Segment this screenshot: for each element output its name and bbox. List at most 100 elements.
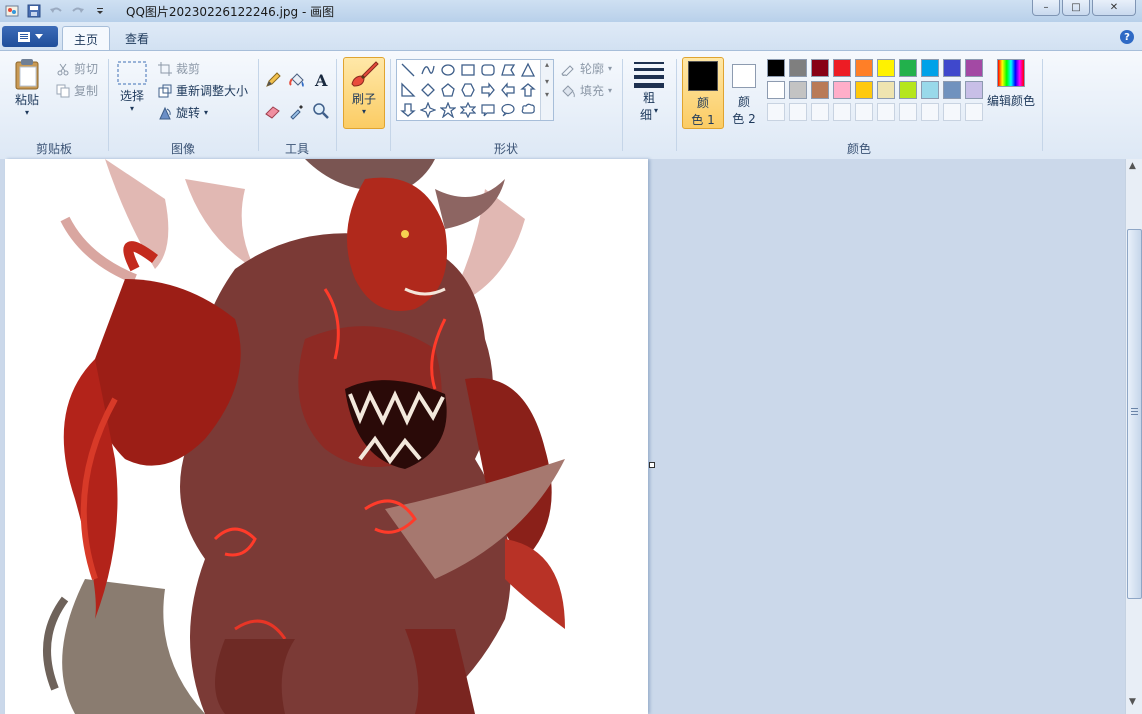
triangle-shape-icon[interactable] bbox=[518, 60, 538, 80]
paint-app-icon[interactable] bbox=[4, 3, 20, 19]
palette-color-swatch[interactable] bbox=[943, 59, 961, 77]
palette-color-swatch[interactable] bbox=[943, 81, 961, 99]
tab-home[interactable]: 主页 bbox=[62, 26, 110, 51]
undo-icon[interactable] bbox=[48, 3, 64, 19]
color1-button[interactable]: 颜 色 1 bbox=[682, 57, 724, 129]
custom-color-slot[interactable] bbox=[943, 103, 961, 121]
palette-color-swatch[interactable] bbox=[899, 59, 917, 77]
brushes-button[interactable]: 刷子 ▾ bbox=[343, 57, 385, 129]
fill-button[interactable]: 填充 ▾ bbox=[560, 82, 612, 99]
minimize-button[interactable]: – bbox=[1032, 0, 1060, 16]
palette-color-swatch[interactable] bbox=[855, 81, 873, 99]
five-point-star-shape-icon[interactable] bbox=[438, 100, 458, 120]
custom-color-slot[interactable] bbox=[767, 103, 785, 121]
paste-button[interactable]: 粘贴 ▾ bbox=[12, 57, 42, 117]
hexagon-shape-icon[interactable] bbox=[458, 80, 478, 100]
four-point-star-shape-icon[interactable] bbox=[418, 100, 438, 120]
redo-icon[interactable] bbox=[70, 3, 86, 19]
diamond-shape-icon[interactable] bbox=[418, 80, 438, 100]
select-button[interactable]: 选择 ▾ bbox=[116, 59, 148, 113]
down-arrow-shape-icon[interactable] bbox=[398, 100, 418, 120]
size-button[interactable]: 粗 细 ▾ bbox=[632, 59, 666, 123]
app-menu-button[interactable] bbox=[2, 26, 58, 47]
magnifier-tool[interactable] bbox=[311, 101, 331, 121]
palette-color-swatch[interactable] bbox=[767, 59, 785, 77]
palette-color-swatch[interactable] bbox=[877, 59, 895, 77]
rotate-button[interactable]: 旋转 ▾ bbox=[158, 104, 208, 121]
resize-handle[interactable] bbox=[649, 462, 655, 468]
palette-color-swatch[interactable] bbox=[789, 59, 807, 77]
clipboard-group-label: 剪贴板 bbox=[35, 142, 72, 156]
cloud-callout-shape-icon[interactable] bbox=[518, 100, 538, 120]
palette-color-swatch[interactable] bbox=[833, 81, 851, 99]
custom-color-slot[interactable] bbox=[811, 103, 829, 121]
cut-button[interactable]: 剪切 bbox=[56, 60, 98, 77]
vertical-scrollbar[interactable]: ▲ ▼ bbox=[1125, 159, 1142, 714]
maximize-button[interactable]: □ bbox=[1062, 0, 1090, 16]
shapes-scrollbar[interactable]: ▴ ▾ ▾ bbox=[540, 60, 553, 120]
tab-view[interactable]: 查看 bbox=[114, 26, 160, 50]
maximize-icon: □ bbox=[1071, 2, 1081, 13]
curve-shape-icon[interactable] bbox=[418, 60, 438, 80]
help-button[interactable]: ? bbox=[1120, 30, 1134, 44]
canvas-area[interactable] bbox=[0, 159, 1125, 714]
palette-color-swatch[interactable] bbox=[811, 59, 829, 77]
rectangle-shape-icon[interactable] bbox=[458, 60, 478, 80]
left-arrow-shape-icon[interactable] bbox=[498, 80, 518, 100]
edit-colors-button[interactable]: 编辑颜色 bbox=[987, 59, 1035, 109]
paint-bucket-icon bbox=[289, 73, 304, 87]
pencil-tool[interactable] bbox=[263, 70, 283, 90]
palette-color-swatch[interactable] bbox=[877, 81, 895, 99]
six-point-star-shape-icon[interactable] bbox=[458, 100, 478, 120]
oval-shape-icon[interactable] bbox=[438, 60, 458, 80]
custom-color-slot[interactable] bbox=[877, 103, 895, 121]
rounded-rectangle-shape-icon[interactable] bbox=[478, 60, 498, 80]
color-picker-tool[interactable] bbox=[287, 101, 307, 121]
line-shape-icon[interactable] bbox=[398, 60, 418, 80]
crop-button[interactable]: 裁剪 bbox=[158, 60, 200, 77]
oval-callout-shape-icon[interactable] bbox=[498, 100, 518, 120]
group-divider bbox=[336, 59, 337, 151]
ribbon: 粘贴 ▾ 剪切 复制 剪贴板 选择 ▾ 裁剪 重新调整大小 旋转 ▾ 图像 A bbox=[0, 50, 1142, 160]
palette-color-swatch[interactable] bbox=[921, 81, 939, 99]
polygon-shape-icon[interactable] bbox=[498, 60, 518, 80]
group-divider bbox=[622, 59, 623, 151]
custom-color-slot[interactable] bbox=[965, 103, 983, 121]
copy-button[interactable]: 复制 bbox=[56, 82, 98, 99]
rect-callout-shape-icon[interactable] bbox=[478, 100, 498, 120]
close-button[interactable]: ✕ bbox=[1092, 0, 1136, 16]
fill-tool[interactable] bbox=[287, 70, 307, 90]
drawing-canvas[interactable] bbox=[5, 159, 648, 714]
custom-color-slot[interactable] bbox=[833, 103, 851, 121]
palette-color-swatch[interactable] bbox=[921, 59, 939, 77]
text-tool[interactable]: A bbox=[311, 70, 331, 90]
right-arrow-shape-icon[interactable] bbox=[478, 80, 498, 100]
title-bar: QQ图片20230226122246.jpg - 画图 – □ ✕ bbox=[0, 0, 1142, 22]
save-icon[interactable] bbox=[26, 3, 42, 19]
palette-color-swatch[interactable] bbox=[965, 81, 983, 99]
palette-color-swatch[interactable] bbox=[855, 59, 873, 77]
color2-button[interactable]: 颜 色 2 bbox=[726, 57, 762, 127]
palette-color-swatch[interactable] bbox=[811, 81, 829, 99]
customize-dropdown-icon[interactable] bbox=[92, 3, 108, 19]
up-arrow-shape-icon[interactable] bbox=[518, 80, 538, 100]
palette-color-swatch[interactable] bbox=[789, 81, 807, 99]
scroll-down-arrow-icon[interactable]: ▼ bbox=[1129, 697, 1136, 707]
custom-color-slot[interactable] bbox=[899, 103, 917, 121]
palette-color-swatch[interactable] bbox=[833, 59, 851, 77]
resize-button[interactable]: 重新调整大小 bbox=[158, 82, 248, 99]
outline-button[interactable]: 轮廓 ▾ bbox=[560, 60, 612, 77]
color1-label-line2: 色 1 bbox=[691, 113, 715, 127]
custom-color-slot[interactable] bbox=[855, 103, 873, 121]
custom-color-slot[interactable] bbox=[789, 103, 807, 121]
scroll-up-arrow-icon[interactable]: ▲ bbox=[1129, 161, 1136, 171]
right-triangle-shape-icon[interactable] bbox=[398, 80, 418, 100]
pentagon-shape-icon[interactable] bbox=[438, 80, 458, 100]
scrollbar-thumb[interactable] bbox=[1127, 229, 1142, 599]
palette-color-swatch[interactable] bbox=[965, 59, 983, 77]
chevron-up-icon: ▴ bbox=[544, 60, 549, 69]
palette-color-swatch[interactable] bbox=[767, 81, 785, 99]
palette-color-swatch[interactable] bbox=[899, 81, 917, 99]
eraser-tool[interactable] bbox=[263, 101, 283, 121]
custom-color-slot[interactable] bbox=[921, 103, 939, 121]
